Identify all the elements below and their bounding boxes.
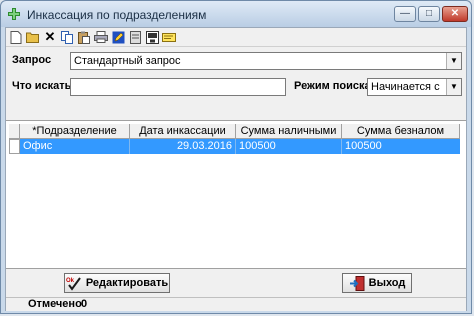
minimize-icon: — [400, 8, 410, 19]
edit-button-label: Редактировать [85, 277, 169, 289]
exit-button[interactable]: Выход [342, 273, 412, 293]
search-mode-label: Режим поиска [294, 80, 371, 92]
row-indicator[interactable] [9, 139, 20, 154]
edit-pencil-button[interactable] [111, 30, 125, 44]
exit-door-icon [349, 275, 365, 291]
cell-cash[interactable]: 100500 [236, 139, 342, 154]
copy-icon [61, 30, 73, 44]
ok-checkmark-icon: Ok [66, 276, 81, 291]
paste-button[interactable] [77, 30, 91, 44]
search-input[interactable] [70, 78, 286, 96]
minimize-button[interactable]: — [394, 6, 416, 22]
notes-button[interactable] [162, 30, 176, 44]
maximize-button[interactable]: □ [418, 6, 440, 22]
maximize-icon: □ [425, 8, 433, 19]
printer-icon [94, 31, 108, 43]
open-folder-button[interactable] [26, 30, 40, 44]
cell-cashless[interactable]: 100500 [342, 139, 460, 154]
document-view-button[interactable] [128, 30, 142, 44]
new-document-icon [10, 30, 22, 44]
close-button[interactable]: ✕ [442, 6, 468, 22]
cell-division[interactable]: Офис [20, 139, 130, 154]
chevron-down-icon[interactable]: ▼ [446, 53, 461, 69]
pencil-icon [112, 31, 124, 43]
search-label: Что искать [12, 80, 72, 92]
button-bar: Ok Редактировать Выход [6, 269, 466, 297]
search-mode-value: Начинается с [371, 81, 440, 93]
title-bar[interactable]: Инкассация по подразделениям — □ ✕ [1, 1, 471, 27]
delete-button[interactable]: ✕ [43, 29, 57, 44]
column-header-date[interactable]: Дата инкассации [130, 124, 236, 139]
column-header-cashless[interactable]: Сумма безналом [342, 124, 460, 139]
query-label: Запрос [12, 54, 52, 66]
search-mode-combobox[interactable]: Начинается с ▼ [367, 78, 462, 96]
row-indicator-header [9, 124, 20, 139]
data-grid[interactable]: *Подразделение Дата инкассации Сумма нал… [6, 121, 466, 269]
green-cross-app-icon [8, 8, 20, 20]
ok-badge-text: Ok [66, 278, 75, 284]
query-combobox[interactable]: Стандартный запрос ▼ [70, 52, 462, 70]
exit-button-label: Выход [368, 277, 406, 289]
filter-panel: Запрос Стандартный запрос ▼ Что искать Р… [6, 47, 466, 121]
selected-count-value: 0 [81, 298, 88, 310]
document-view-icon [129, 30, 141, 44]
notes-icon [162, 32, 176, 42]
column-header-cash[interactable]: Сумма наличными [236, 124, 342, 139]
open-folder-icon [26, 32, 39, 43]
toolbar: ✕ [6, 28, 466, 47]
close-icon: ✕ [450, 8, 460, 19]
print-button[interactable] [94, 30, 108, 44]
column-header-division[interactable]: *Подразделение [20, 124, 130, 139]
export-icon [145, 30, 159, 44]
query-value: Стандартный запрос [74, 55, 181, 67]
edit-button[interactable]: Ok Редактировать [64, 273, 170, 293]
chevron-down-icon[interactable]: ▼ [446, 79, 461, 95]
cell-date[interactable]: 29.03.2016 [130, 139, 236, 154]
status-bar: Отмечено 0 [6, 297, 466, 311]
window-title: Инкассация по подразделениям [27, 8, 207, 22]
delete-x-icon: ✕ [44, 29, 56, 44]
main-window: Инкассация по подразделениям — □ ✕ ✕ Зап… [0, 0, 472, 314]
paste-icon [78, 31, 90, 44]
export-button[interactable] [145, 30, 159, 44]
client-area: ✕ Запрос Стандартный запрос ▼ Что искать… [5, 27, 467, 311]
new-document-button[interactable] [9, 30, 23, 44]
selected-count-label: Отмечено [28, 298, 82, 310]
copy-button[interactable] [60, 30, 74, 44]
